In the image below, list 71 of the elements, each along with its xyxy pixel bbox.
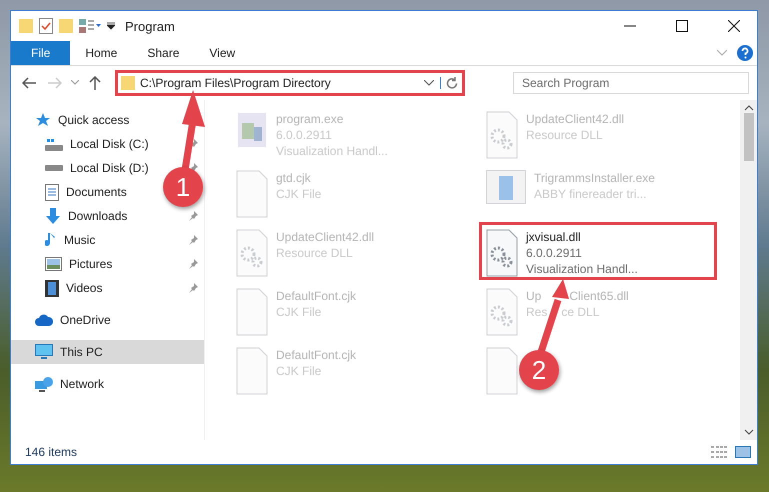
file-name: program.exe (276, 111, 344, 127)
scroll-down-icon[interactable] (744, 429, 754, 435)
view-options-icon[interactable] (79, 19, 101, 33)
file-name: Up (526, 288, 542, 304)
file-icon (236, 288, 268, 336)
file-name: jxvisual.dll (526, 229, 581, 245)
large-icons-view-icon[interactable] (735, 446, 751, 458)
gears-file-icon (236, 229, 268, 277)
address-bar[interactable]: C:\Program Files\Program Directory (115, 70, 465, 96)
document-icon (45, 184, 59, 200)
file-name: DefaultFont.cjk (276, 288, 356, 304)
search-field[interactable]: Search Program (513, 72, 749, 94)
sidebar-item[interactable]: Videos (66, 281, 102, 295)
dropdown-caret-icon[interactable] (107, 22, 115, 30)
ribbon-tab[interactable]: Share (132, 41, 194, 65)
drive-icon (45, 165, 63, 171)
ribbon-tab[interactable]: File (11, 41, 70, 65)
ribbon-tab[interactable]: Home (70, 41, 132, 65)
film-icon (45, 280, 59, 296)
picture-icon (45, 257, 62, 271)
minimize-icon (624, 25, 636, 27)
file-name: Client65.dll (569, 288, 629, 304)
network-icon (35, 376, 53, 392)
ribbon-tab[interactable]: View (194, 41, 250, 65)
window-title: Program (125, 18, 176, 34)
checklist-icon[interactable] (39, 18, 53, 34)
sidebar-item[interactable]: Local Disk (C:) (70, 137, 149, 151)
sidebar-item[interactable]: Music (64, 233, 96, 247)
file-name: gtd.cjk (276, 170, 311, 186)
scrollbar[interactable] (740, 100, 757, 440)
file-item[interactable]: jxvisual.dll 6.0.0.2911 Visualization Handl... (479, 222, 717, 280)
sidebar-item[interactable]: Documents (66, 185, 127, 199)
cloud-icon (35, 314, 53, 326)
gears-file-icon (486, 288, 518, 336)
folder-icon (121, 76, 135, 90)
sidebar-item[interactable]: Downloads (68, 209, 128, 223)
scroll-thumb[interactable] (744, 113, 754, 161)
down-arrow-icon (45, 208, 61, 224)
monitor-icon (35, 344, 53, 360)
installer-window-icon (486, 170, 526, 204)
address-path: C:\Program Files\Program Directory (140, 76, 332, 90)
maximize-icon (676, 20, 688, 32)
sidebar-item[interactable]: Pictures (69, 257, 112, 271)
history-caret-icon[interactable] (71, 80, 79, 86)
file-detail: Visualization Handl... (526, 261, 638, 277)
drive-icon (45, 138, 63, 150)
file-icon (486, 347, 518, 395)
file-name: TrigrammsInstaller.exe (534, 170, 655, 186)
music-note-icon (45, 232, 57, 248)
sidebar-item[interactable]: Network (60, 377, 104, 391)
help-icon[interactable] (737, 45, 753, 61)
sidebar-item[interactable]: Local Disk (D:) (70, 161, 149, 175)
file-icon (236, 347, 268, 395)
scroll-up-icon[interactable] (744, 105, 754, 111)
file-detail: 6.0.0.2911 (526, 245, 582, 261)
refresh-icon[interactable] (440, 77, 458, 89)
file-icon (236, 170, 268, 218)
close-icon (728, 20, 740, 32)
file-name: UpdateClient42.dll (276, 229, 374, 245)
file-name: UpdateClient42.dll (526, 111, 624, 127)
details-view-icon[interactable] (711, 446, 727, 458)
file-name: DefaultFont.cjk (276, 347, 356, 363)
sidebar-item[interactable]: This PC (60, 345, 103, 359)
star-icon (35, 112, 51, 128)
item-count: 146 items (25, 445, 78, 459)
folder-icon (19, 19, 33, 33)
gears-file-icon (486, 111, 518, 159)
gears-file-icon (486, 229, 518, 277)
sidebar-item[interactable]: OneDrive (60, 313, 111, 327)
sidebar-item[interactable]: Quick access (58, 113, 130, 127)
dropdown-caret-icon[interactable] (424, 80, 434, 86)
